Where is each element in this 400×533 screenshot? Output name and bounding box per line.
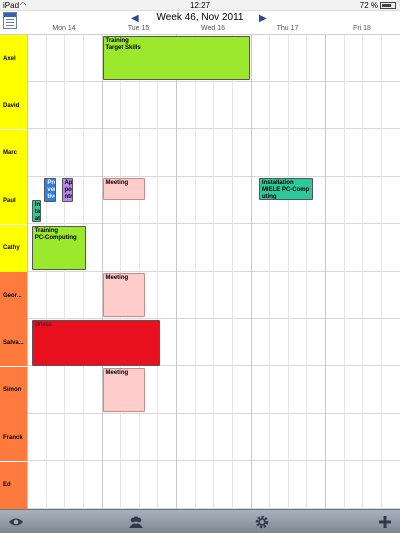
event-text: ven (47, 187, 55, 194)
battery-icon (380, 2, 396, 9)
person-name[interactable]: Paul (0, 177, 27, 225)
hour-divider (380, 35, 382, 509)
day-label: Wed 16 (201, 25, 225, 32)
event-text: Ap (64, 180, 73, 187)
calendar-event[interactable]: Training Target Skills (102, 36, 250, 81)
calendar-event[interactable]: Installatio (31, 200, 41, 223)
event-text: Ins (34, 202, 41, 209)
person-name[interactable]: Axel (0, 35, 27, 82)
hour-divider (213, 35, 215, 509)
day-divider (101, 35, 103, 509)
day-label: Thu 17 (276, 25, 299, 32)
person-name[interactable]: Franck (0, 414, 27, 462)
day-divider (250, 35, 252, 509)
event-text: PC-Computing (34, 234, 77, 241)
event-text: MIELE PC-Comp (261, 187, 310, 194)
event-text: ntm (64, 194, 72, 201)
day-label: Mon 14 (52, 25, 76, 32)
event-text: Meeting (105, 180, 129, 187)
person-row[interactable]: Ed (0, 461, 400, 509)
gear-icon[interactable] (254, 514, 270, 530)
person-row[interactable]: Paul (0, 177, 400, 225)
day-divider (325, 35, 326, 509)
hour-divider (194, 35, 196, 509)
hour-divider (120, 35, 122, 509)
next-week-button[interactable]: ▶ (259, 14, 269, 24)
plus-icon[interactable] (377, 514, 393, 530)
status-time: 12:27 (189, 1, 211, 10)
event-text: atio (34, 216, 41, 223)
person-row[interactable]: Marc (0, 129, 400, 177)
person-row[interactable]: Geor... (0, 272, 400, 319)
hour-divider (64, 35, 66, 509)
event-text: Training (105, 38, 129, 44)
calendar-event[interactable]: Meeting (102, 178, 146, 201)
hour-divider (287, 35, 289, 509)
event-text: Training (34, 227, 59, 234)
person-name[interactable]: Marc (0, 129, 27, 177)
event-text: Installation (261, 180, 294, 187)
person-row[interactable]: Franck (0, 414, 400, 462)
eye-icon[interactable] (8, 514, 24, 530)
bottom-toolbar (0, 509, 400, 533)
event-text: Meeting (105, 369, 129, 376)
schedule-grid[interactable]: Axel David Marc Paul Cathy Geor... Salva... Sim… (0, 35, 400, 509)
person-name[interactable]: Salva... (0, 319, 27, 367)
event-text: tive (47, 194, 55, 201)
person-name[interactable]: Cathy (0, 224, 27, 272)
person-name[interactable]: Simon (0, 366, 27, 414)
day-divider (27, 35, 28, 509)
person-name[interactable]: David (0, 82, 27, 130)
hour-divider (231, 35, 233, 509)
event-text: Illness (34, 322, 52, 329)
person-row[interactable]: Simon (0, 366, 400, 414)
day-label: Tue 15 (127, 25, 150, 32)
battery-percent: 72 % (359, 1, 378, 10)
event-text: Target Skills (105, 45, 141, 51)
person-row[interactable]: David (0, 82, 400, 130)
calendar-icon[interactable] (3, 12, 17, 29)
calendar-event[interactable]: Training PC-Computing (31, 225, 86, 270)
person-name[interactable]: Geor... (0, 272, 27, 319)
event-text: uting (261, 194, 277, 201)
event-text: Pre (47, 180, 54, 187)
day-label: Fri 18 (353, 25, 371, 32)
week-header: ◀ Week 46, Nov 2011 ▶ Mon 14 Tue 15 Wed 16… (0, 11, 400, 35)
status-bar: iPad ◠ 12:27 72 % (0, 0, 400, 11)
hour-divider (157, 35, 159, 509)
person-name[interactable]: Ed (0, 461, 27, 509)
calendar-event[interactable]: Illness (31, 320, 161, 366)
prev-week-button[interactable]: ◀ (131, 14, 141, 24)
calendar-event[interactable]: Installation MIELE PC-Comp uting (258, 178, 313, 201)
calendar-event[interactable]: Appointm (61, 178, 73, 203)
hour-divider (269, 35, 271, 509)
event-text: Meeting (105, 275, 129, 281)
hour-divider (45, 35, 47, 509)
hour-divider (138, 35, 140, 509)
hour-divider (306, 35, 308, 509)
event-text: poi (64, 187, 73, 194)
day-divider (176, 35, 177, 509)
event-text: tall (34, 209, 41, 216)
hour-divider (82, 35, 84, 509)
group-icon[interactable] (128, 514, 144, 530)
calendar-event[interactable]: Meeting (102, 273, 146, 318)
calendar-event[interactable]: Preventive (44, 178, 56, 203)
calendar-event[interactable]: Meeting (102, 367, 146, 413)
week-title: Week 46, Nov 2011 (156, 12, 244, 23)
hour-divider (343, 35, 345, 509)
hour-divider (362, 35, 364, 509)
